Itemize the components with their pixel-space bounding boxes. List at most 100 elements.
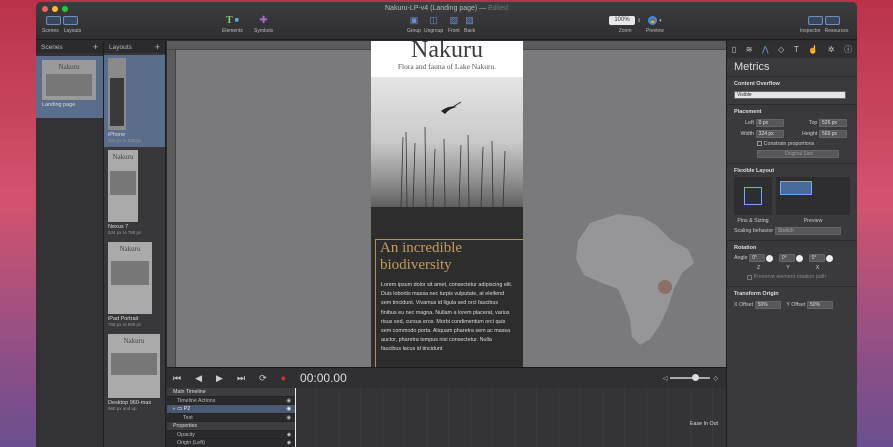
keyframe-icon[interactable]: ◆ [287, 439, 291, 447]
placement-heading: Placement [727, 104, 857, 117]
thumbnail-image [46, 74, 92, 96]
shapes-icon[interactable]: ◇ [778, 45, 784, 54]
document-icon[interactable]: ▯ [732, 45, 736, 54]
layout-thumbnail: Nakuru [108, 242, 152, 314]
y-offset-label: Y Offset [786, 301, 806, 308]
scenes-title: Scenes [41, 43, 63, 51]
timeline-row-p2[interactable]: ▸ ▭ P2 ◉ [167, 405, 295, 414]
eye-icon[interactable]: ◉ [286, 414, 291, 423]
keyframe-icon[interactable]: ◆ [287, 431, 291, 440]
section-heading[interactable]: An incredible biodiversity [380, 240, 462, 274]
rotation-x-label: X [815, 265, 820, 272]
rotation-z-field[interactable]: 0° [749, 254, 766, 263]
go-to-start-icon[interactable]: ⏮ [173, 373, 181, 384]
inspector-toggle-icon [808, 16, 824, 25]
rotation-z-dial[interactable] [766, 254, 774, 262]
lake-photo[interactable] [371, 77, 523, 208]
layout-item-iphone[interactable]: iPhone 320 px to 533 px [104, 55, 165, 147]
zoom-control[interactable]: 100% ⇕ Zoom [609, 15, 641, 34]
add-scene-button[interactable]: + [93, 42, 98, 52]
height-field[interactable]: 569 px [819, 129, 848, 138]
y-offset-field[interactable]: 50% [807, 300, 834, 309]
scaling-behavior-select[interactable]: Stretch [774, 227, 841, 236]
row-label: Timeline Actions [177, 397, 216, 404]
play-icon[interactable]: ▶ [216, 373, 223, 384]
info-icon[interactable]: ⓘ [844, 44, 852, 55]
text-icon[interactable]: T [794, 45, 799, 54]
preview-button[interactable]: ▾ Preview [646, 15, 664, 34]
height-label: Height [802, 130, 818, 137]
loop-icon[interactable]: ⟳ [259, 373, 267, 384]
preserve-rotation-checkbox[interactable] [747, 274, 752, 280]
layout-item-ipad-portrait[interactable]: Nakuru iPad Portrait 768 px to 960 px [104, 239, 165, 331]
top-field[interactable]: 526 px [819, 118, 848, 127]
preview-label-insp: Preview [803, 218, 823, 225]
scenes-toggle-icon [45, 16, 61, 25]
left-field[interactable]: 0 px [755, 118, 784, 127]
add-layout-button[interactable]: + [155, 42, 160, 52]
eye-icon[interactable]: ◉ [286, 405, 291, 414]
layout-preview-widget [776, 177, 850, 216]
layers-icon[interactable]: ≋ [746, 45, 753, 54]
easing-label[interactable]: Ease In Out [690, 421, 718, 427]
canvas-title[interactable]: Nakuru [371, 41, 523, 62]
zoom-in-icon[interactable]: ◇ [713, 375, 718, 382]
preview-label: Preview [646, 28, 664, 34]
eye-icon[interactable]: ◉ [286, 397, 291, 406]
symbols-button[interactable]: ✚ Symbols [254, 15, 273, 34]
action-hand-icon[interactable]: ☝ [808, 45, 818, 54]
device-canvas[interactable]: Nakuru Flora and fauna of Lake Nakuru. A… [371, 41, 523, 367]
scene-item-landing-page[interactable]: Nakuru Landing page [36, 56, 103, 118]
settings-icon[interactable]: ✲ [828, 45, 835, 54]
step-back-icon[interactable]: ◀ [195, 373, 202, 384]
rotation-y-field[interactable]: 0° [778, 254, 795, 263]
x-offset-field[interactable]: 50% [754, 300, 781, 309]
timeline-row-origin[interactable]: Origin (Left) ◆ [167, 439, 295, 447]
constrain-checkbox[interactable] [757, 141, 762, 146]
front-button[interactable]: ▧ Front [448, 15, 460, 34]
width-field[interactable]: 324 px [755, 129, 784, 138]
slider-knob[interactable] [692, 374, 700, 381]
zoom-out-icon[interactable]: ◁ [663, 375, 668, 382]
metrics-icon[interactable]: ⋀ [762, 45, 769, 54]
canvas-subtitle[interactable]: Flora and fauna of Lake Nakuru. [371, 62, 523, 71]
edited-status: Edited [488, 5, 508, 12]
timeline-zoom-slider[interactable]: ◁ ◇ [663, 374, 718, 382]
timeline-row-opacity[interactable]: Opacity ◆ [167, 431, 295, 440]
disclosure-icon[interactable]: ▸ [173, 406, 176, 412]
playhead[interactable] [295, 388, 296, 447]
timeline-row-actions[interactable]: Timeline Actions ◉ [167, 397, 295, 406]
pins-sizing-widget[interactable] [734, 177, 772, 216]
rotation-y-dial[interactable] [795, 254, 803, 262]
inspector-resources-toggle[interactable]: Inspector Resources [800, 15, 848, 34]
africa-map-shape[interactable] [572, 211, 702, 361]
rotation-x-field[interactable]: 0° [808, 254, 825, 263]
step-forward-icon[interactable]: ⏭ [237, 373, 245, 384]
section-body-text[interactable]: Lorem ipsum dolor sit amet, consectetur … [381, 281, 513, 355]
elements-button[interactable]: T ■ Elements [222, 15, 243, 34]
heading-line-1: An incredible [380, 240, 463, 256]
original-size-button[interactable]: Original Size [757, 150, 839, 159]
timeline-row-text[interactable]: Text ◉ [167, 414, 295, 423]
x-offset-label: X Offset [734, 301, 754, 308]
thumbnail-title: Nakuru [112, 153, 134, 161]
content-overflow-select[interactable]: Visible [734, 90, 846, 99]
rotation-x-dial[interactable] [825, 254, 833, 262]
scenes-layouts-toggle[interactable]: Scenes Layouts [42, 15, 81, 34]
bring-front-icon: ▧ [449, 15, 459, 25]
timeline-row-properties[interactable]: Properties [167, 422, 295, 431]
layout-item-nexus-7[interactable]: Nakuru Nexus 7 534 px to 768 px [104, 147, 165, 239]
zoom-field[interactable]: 100% [609, 16, 635, 25]
record-icon[interactable]: ● [281, 373, 286, 383]
group-button[interactable]: ▣ Group [407, 15, 421, 34]
layout-size: 320 px to 533 px [108, 138, 142, 143]
thumbnail-title: Nakuru [58, 63, 80, 71]
canvas-stage[interactable]: Nakuru Flora and fauna of Lake Nakuru. A… [167, 41, 726, 367]
zoom-stepper-icon[interactable]: ⇕ [637, 18, 641, 24]
back-button[interactable]: ▨ Back [464, 15, 475, 34]
ungroup-button[interactable]: ◫ Ungroup [424, 15, 443, 34]
timeline-row-main[interactable]: Main Timeline [167, 388, 295, 397]
timeline-track-area[interactable]: Ease In Out [295, 388, 726, 447]
layout-thumbnail [108, 58, 126, 130]
layout-item-desktop[interactable]: Nakuru Desktop 960-max 960 px and up [104, 331, 165, 415]
